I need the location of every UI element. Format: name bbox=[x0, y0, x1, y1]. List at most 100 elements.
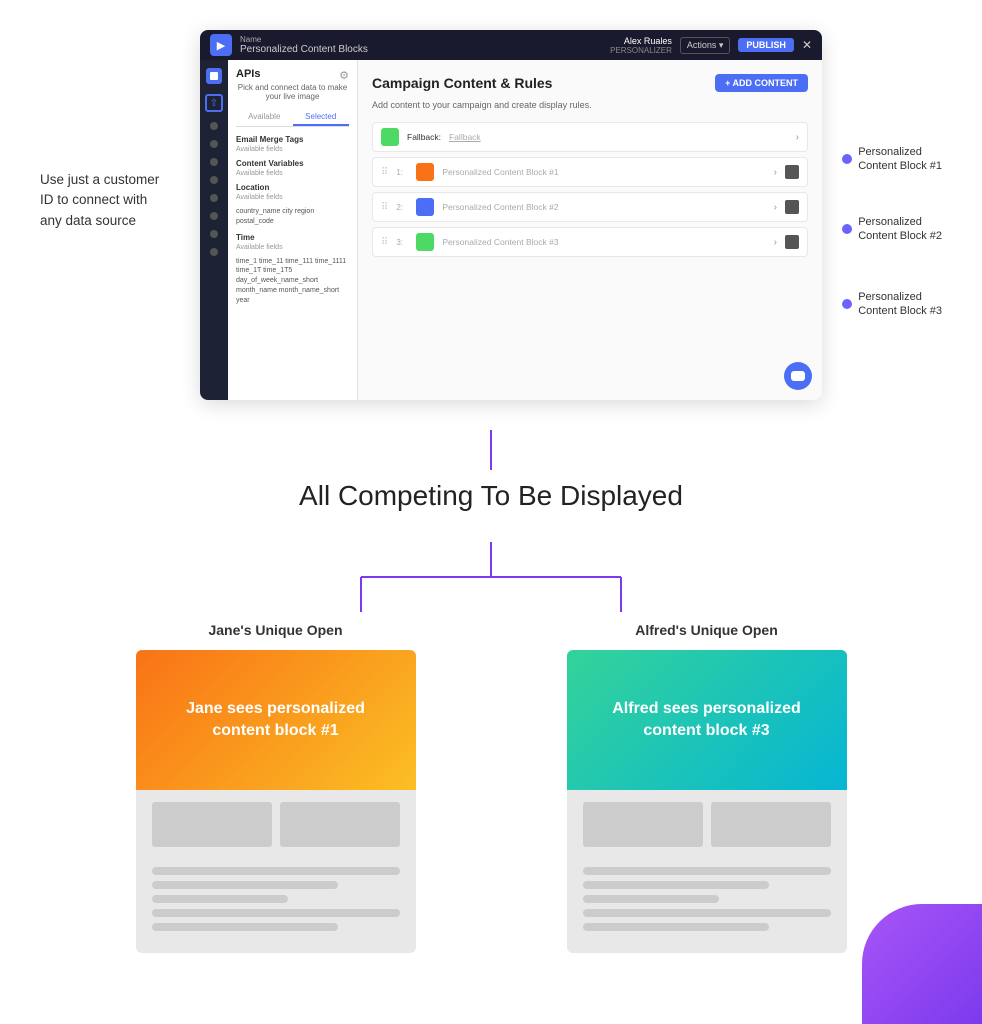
main-container: Use just a customer ID to connect with a… bbox=[0, 0, 982, 983]
row-arrow-1: › bbox=[774, 167, 777, 178]
annotation-dot-3 bbox=[842, 299, 852, 309]
alfred-line-1 bbox=[583, 867, 831, 875]
content-row-fallback[interactable]: Fallback: Fallback › bbox=[372, 122, 808, 152]
row-action-3[interactable] bbox=[785, 235, 799, 249]
alfred-box-1 bbox=[583, 802, 703, 847]
alfred-card-section: Alfred's Unique Open Alfred sees persona… bbox=[567, 622, 847, 953]
jane-line-3 bbox=[152, 895, 288, 903]
drag-handle-1[interactable]: ⠿ bbox=[381, 167, 388, 178]
user-info: Alex Ruales PERSONALIZER bbox=[610, 36, 672, 55]
mockup-body: ⇧ APIs ⚙ bbox=[200, 60, 822, 400]
annotation-text-2: PersonalizedContent Block #2 bbox=[858, 215, 942, 244]
section2-title: Content Variables bbox=[236, 159, 349, 168]
annotation-dot-2 bbox=[842, 224, 852, 234]
api-title: APIs bbox=[236, 68, 260, 80]
jane-line-4 bbox=[152, 909, 400, 917]
ui-mockup-wrapper: ▶ Name Personalized Content Blocks Alex … bbox=[200, 30, 942, 400]
nav-dot1 bbox=[210, 122, 218, 130]
tab-selected[interactable]: Selected bbox=[293, 109, 350, 126]
user-cards-row: Jane's Unique Open Jane sees personalize… bbox=[40, 622, 942, 953]
mockup-topbar: ▶ Name Personalized Content Blocks Alex … bbox=[200, 30, 822, 60]
gear-icon[interactable]: ⚙ bbox=[339, 69, 349, 82]
ui-card: ▶ Name Personalized Content Blocks Alex … bbox=[200, 30, 822, 400]
nav-dot7 bbox=[210, 230, 218, 238]
annotation-line1: Use just a customer bbox=[40, 172, 159, 187]
fallback-value: Fallback bbox=[449, 132, 788, 142]
section2-sub: Available fields bbox=[236, 170, 349, 177]
annotations: PersonalizedContent Block #1 Personalize… bbox=[832, 30, 942, 400]
jane-lines bbox=[136, 855, 416, 931]
row-num-2: 2: bbox=[396, 203, 408, 212]
jane-box-2 bbox=[280, 802, 400, 847]
annotation-text-3: PersonalizedContent Block #3 bbox=[858, 290, 942, 319]
section3-sub: Available fields bbox=[236, 194, 349, 201]
jane-line-2 bbox=[152, 881, 338, 889]
section3-vars: country_name city region postal_code bbox=[236, 207, 349, 227]
alfred-label: Alfred's Unique Open bbox=[567, 622, 847, 638]
annotation-line2: ID to connect with bbox=[40, 192, 147, 207]
jane-hero: Jane sees personalized content block #1 bbox=[136, 650, 416, 790]
annotation-1: PersonalizedContent Block #1 bbox=[842, 145, 942, 174]
row-value-1: Personalized Content Block #1 bbox=[442, 167, 765, 177]
nav-dot4 bbox=[210, 176, 218, 184]
section1-sub: Available fields bbox=[236, 146, 349, 153]
branch-connector bbox=[40, 542, 942, 612]
jane-card-section: Jane's Unique Open Jane sees personalize… bbox=[136, 622, 416, 953]
alfred-boxes bbox=[567, 802, 847, 847]
chat-bubble[interactable] bbox=[784, 362, 812, 390]
row-value-2: Personalized Content Block #2 bbox=[442, 202, 765, 212]
annotation-text-1: PersonalizedContent Block #1 bbox=[858, 145, 942, 174]
nav-home[interactable] bbox=[206, 68, 222, 84]
tab-available[interactable]: Available bbox=[236, 109, 293, 126]
alfred-line-5 bbox=[583, 923, 769, 931]
competing-title: All Competing To Be Displayed bbox=[299, 480, 683, 512]
alfred-box-2 bbox=[711, 802, 831, 847]
publish-button[interactable]: PUBLISH bbox=[738, 38, 794, 52]
drag-handle-2[interactable]: ⠿ bbox=[381, 202, 388, 213]
row-color-1 bbox=[416, 163, 434, 181]
campaign-panel: Campaign Content & Rules + ADD CONTENT A… bbox=[358, 60, 822, 400]
drag-handle-3[interactable]: ⠿ bbox=[381, 237, 388, 248]
api-tabs: Available Selected bbox=[236, 109, 349, 127]
nav-share[interactable]: ⇧ bbox=[205, 94, 223, 112]
add-content-button[interactable]: + ADD CONTENT bbox=[715, 74, 808, 92]
alfred-line-3 bbox=[583, 895, 719, 903]
jane-label: Jane's Unique Open bbox=[136, 622, 416, 638]
alfred-line-2 bbox=[583, 881, 769, 889]
left-nav: ⇧ bbox=[200, 60, 228, 400]
alfred-line-4 bbox=[583, 909, 831, 917]
jane-email-mockup: Jane sees personalized content block #1 bbox=[136, 650, 416, 953]
alfred-lines bbox=[567, 855, 847, 931]
back-btn[interactable]: ▶ bbox=[210, 34, 232, 56]
branch-svg bbox=[241, 542, 741, 612]
nav-dot6 bbox=[210, 212, 218, 220]
section4-title: Time bbox=[236, 233, 349, 242]
row-value-3: Personalized Content Block #3 bbox=[442, 237, 765, 247]
nav-dot8 bbox=[210, 248, 218, 256]
api-panel: APIs ⚙ Pick and connect data to make you… bbox=[228, 60, 358, 400]
content-row-2[interactable]: ⠿ 2: Personalized Content Block #2 › bbox=[372, 192, 808, 222]
middle-section: All Competing To Be Displayed bbox=[40, 430, 942, 522]
fallback-label: Fallback: bbox=[407, 132, 441, 142]
row-color-fallback bbox=[381, 128, 399, 146]
row-arrow-2: › bbox=[774, 202, 777, 213]
content-row-3[interactable]: ⠿ 3: Personalized Content Block #3 › bbox=[372, 227, 808, 257]
actions-button[interactable]: Actions ▾ bbox=[680, 37, 731, 54]
topbar-right: Alex Ruales PERSONALIZER Actions ▾ PUBLI… bbox=[610, 36, 812, 55]
annotation-2: PersonalizedContent Block #2 bbox=[842, 215, 942, 244]
annotation-line3: any data source bbox=[40, 213, 136, 228]
row-num-3: 3: bbox=[396, 238, 408, 247]
jane-boxes bbox=[136, 802, 416, 847]
campaign-subtitle: Add content to your campaign and create … bbox=[372, 100, 808, 110]
alfred-email-mockup: Alfred sees personalized content block #… bbox=[567, 650, 847, 953]
user-role: PERSONALIZER bbox=[610, 46, 672, 55]
section1-title: Email Merge Tags bbox=[236, 135, 349, 144]
campaign-title: Campaign Content & Rules bbox=[372, 75, 552, 91]
row-arrow-3: › bbox=[774, 237, 777, 248]
api-subtitle: Pick and connect data to make your live … bbox=[236, 83, 349, 101]
alfred-hero: Alfred sees personalized content block #… bbox=[567, 650, 847, 790]
row-action-1[interactable] bbox=[785, 165, 799, 179]
row-action-2[interactable] bbox=[785, 200, 799, 214]
close-button[interactable]: ✕ bbox=[802, 38, 812, 52]
content-row-1[interactable]: ⠿ 1: Personalized Content Block #1 › bbox=[372, 157, 808, 187]
